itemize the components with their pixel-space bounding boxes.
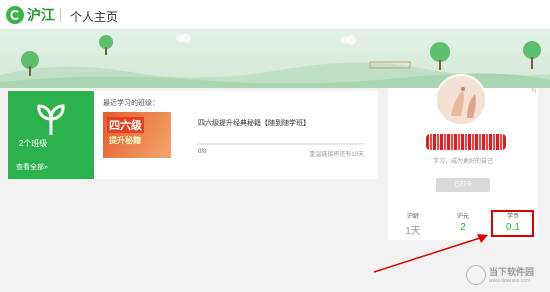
watermark-icon xyxy=(466,265,486,285)
top-bar: 沪江 个人主页 xyxy=(0,0,550,30)
stat-label: 沪龄 xyxy=(406,214,419,220)
site-watermark: 当下软件园 www.downxia.com xyxy=(466,264,546,288)
progress-count: 0/8 xyxy=(198,149,207,155)
classes-card: 2个班级 查看全部» 最近学习的班级： 四六级 提升秘籍 四六级提升经典秘籍【随… xyxy=(8,91,378,179)
profile-motto: 学习，成为更好的自己 xyxy=(432,159,493,165)
stat-value: 1天 xyxy=(405,226,421,237)
watermark-url: www.downxia.com xyxy=(489,278,531,284)
stat-label: 沪元 xyxy=(456,214,469,220)
recent-classes-label: 最近学习的班级： xyxy=(103,100,159,107)
course-progress-bar xyxy=(198,143,364,145)
signin-button[interactable]: 已打卡 xyxy=(436,178,490,192)
progress-status: 重温链接将还有10天 xyxy=(309,152,364,158)
view-all-link[interactable]: 查看全部» xyxy=(16,162,48,172)
page-title: 个人主页 xyxy=(70,10,119,24)
stat-hu-age[interactable]: 沪龄 1天 xyxy=(393,211,433,237)
thumb-subtitle: 提升秘籍 xyxy=(109,136,141,145)
highlight-box xyxy=(491,210,534,237)
stat-hu-yuan[interactable]: 沪元 2 xyxy=(443,211,483,233)
course-thumbnail[interactable]: 四六级 提升秘籍 xyxy=(103,112,171,158)
username-redacted xyxy=(426,134,506,150)
user-avatar[interactable] xyxy=(435,74,487,126)
watermark-text: 当下软件园 xyxy=(489,267,535,277)
logo-icon xyxy=(6,6,24,24)
header-divider xyxy=(60,8,61,22)
class-summary-panel[interactable]: 2个班级 查看全部» xyxy=(8,91,94,179)
thumb-title: 四六级 xyxy=(107,117,144,133)
logo-text: 沪江 xyxy=(27,7,55,23)
stat-value: 2 xyxy=(460,222,466,233)
sprout-icon xyxy=(37,104,65,135)
course-title-link[interactable]: 四六级提升经典秘籍【随到随学班】 xyxy=(198,118,310,128)
hujiang-logo[interactable]: 沪江 xyxy=(6,5,55,25)
corner-tag: hj xyxy=(531,88,536,94)
class-count: 2个班级 xyxy=(18,139,48,148)
